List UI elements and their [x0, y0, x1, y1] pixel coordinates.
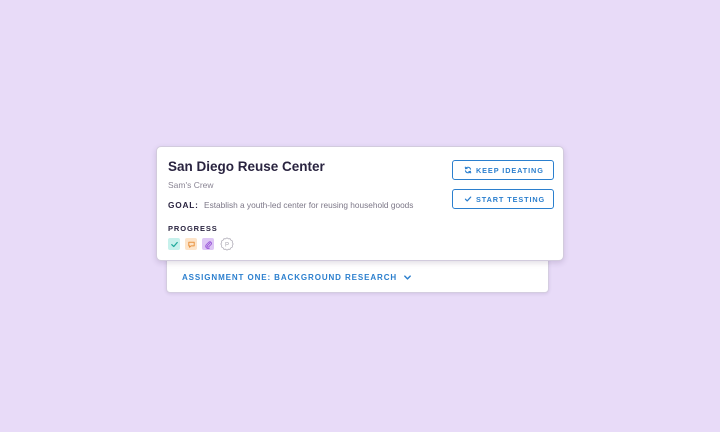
- keep-ideating-label: KEEP IDEATING: [476, 165, 544, 175]
- goal-line: GOAL: Establish a youth-led center for r…: [168, 200, 413, 210]
- goal-text: Establish a youth-led center for reusing…: [204, 200, 414, 210]
- project-card: San Diego Reuse Center Sam's Crew GOAL: …: [156, 146, 564, 261]
- chat-bubble-icon: [185, 238, 197, 250]
- paperclip-icon: [202, 238, 214, 250]
- badge-p-icon: P: [220, 237, 234, 251]
- goal-label: GOAL:: [168, 200, 199, 210]
- keep-ideating-button[interactable]: KEEP IDEATING: [452, 160, 554, 180]
- assignment-toggle[interactable]: ASSIGNMENT ONE: BACKGROUND RESEARCH: [182, 273, 412, 282]
- check-icon: [464, 196, 472, 202]
- check-icon: [168, 238, 180, 250]
- assignment-label: ASSIGNMENT ONE: BACKGROUND RESEARCH: [182, 273, 398, 282]
- start-testing-button[interactable]: START TESTING: [452, 189, 554, 209]
- project-title: San Diego Reuse Center: [168, 159, 325, 174]
- progress-label: PROGRESS: [168, 224, 218, 233]
- start-testing-label: START TESTING: [476, 194, 546, 204]
- team-name: Sam's Crew: [168, 180, 214, 190]
- chevron-down-icon: [404, 275, 411, 280]
- svg-text:P: P: [225, 242, 229, 248]
- refresh-icon: [464, 166, 472, 174]
- progress-stages: P: [168, 237, 234, 251]
